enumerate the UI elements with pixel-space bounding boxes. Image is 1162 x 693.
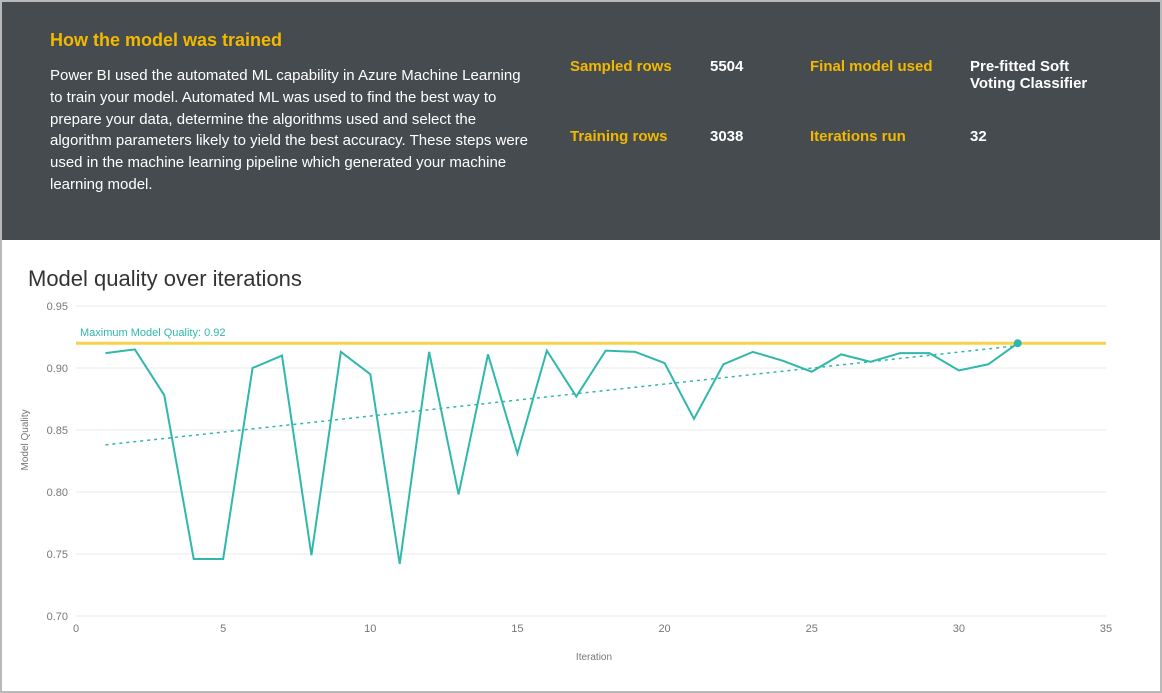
svg-text:0: 0 <box>73 623 79 635</box>
chart-y-axis-label: Model Quality <box>20 409 31 470</box>
iterations-run-value: 32 <box>970 128 1112 145</box>
svg-text:15: 15 <box>511 623 523 635</box>
chart-max-quality-label: Maximum Model Quality: 0.92 <box>80 327 226 339</box>
svg-text:0.75: 0.75 <box>47 549 68 561</box>
line-chart: 0.70 0.75 0.80 0.85 0.90 0.95 0 5 10 15 20 25 30 35 <box>26 296 1126 656</box>
header-stats-grid: Sampled rows 5504 Final model used Pre-f… <box>570 30 1112 204</box>
final-model-label: Final model used <box>810 58 960 92</box>
sampled-rows-label: Sampled rows <box>570 58 700 92</box>
training-rows-value: 3038 <box>710 128 800 145</box>
final-model-value: Pre-fitted Soft Voting Classifier <box>970 58 1112 92</box>
header-title: How the model was trained <box>50 30 530 51</box>
svg-text:10: 10 <box>364 623 376 635</box>
chart-section: Model quality over iterations 0.700.750.… <box>2 240 1160 673</box>
svg-text:20: 20 <box>658 623 670 635</box>
header-left: How the model was trained Power BI used … <box>50 30 570 204</box>
header-description: Power BI used the automated ML capabilit… <box>50 65 530 196</box>
iterations-run-label: Iterations run <box>810 128 960 145</box>
svg-text:0.85: 0.85 <box>47 425 68 437</box>
svg-text:30: 30 <box>953 623 965 635</box>
training-rows-label: Training rows <box>570 128 700 145</box>
sampled-rows-value: 5504 <box>710 58 800 92</box>
svg-text:35: 35 <box>1100 623 1112 635</box>
chart-container: 0.70 0.75 0.80 0.85 0.90 0.95 0 5 10 15 20 25 30 35 M… <box>26 296 1126 656</box>
svg-text:0.95: 0.95 <box>47 301 68 313</box>
svg-text:25: 25 <box>806 623 818 635</box>
chart-title: Model quality over iterations <box>28 266 1132 292</box>
svg-text:5: 5 <box>220 623 226 635</box>
svg-text:0.80: 0.80 <box>47 487 68 499</box>
svg-text:0.90: 0.90 <box>47 363 68 375</box>
svg-text:0.70: 0.70 <box>47 611 68 623</box>
report-page: How the model was trained Power BI used … <box>0 0 1162 693</box>
training-header: How the model was trained Power BI used … <box>2 2 1160 240</box>
